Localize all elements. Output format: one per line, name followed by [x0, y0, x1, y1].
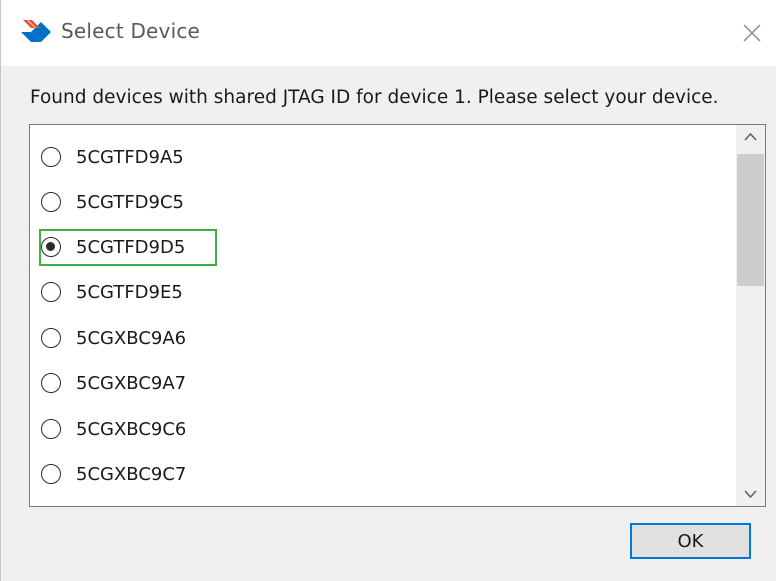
device-list[interactable]: 5CGTFD9A5 5CGTFD9C5 5CGTFD9D5 5CGTFD9E5 … — [29, 124, 766, 507]
device-option[interactable]: 5CGXBC9C6 — [41, 411, 221, 447]
chevron-up-icon[interactable] — [736, 125, 765, 149]
close-icon[interactable] — [737, 18, 767, 48]
device-label: 5CGTFD9E5 — [76, 281, 183, 303]
device-option[interactable]: 5CGTFD9E5 — [41, 274, 221, 310]
device-label: 5CGXBC9A6 — [76, 327, 187, 349]
device-label: 5CGTFD9D5 — [76, 236, 186, 258]
title-bar: Select Device — [1, 0, 776, 66]
instruction-text: Found devices with shared JTAG ID for de… — [30, 87, 719, 108]
device-option[interactable]: 5CGXBC9C7 — [41, 456, 221, 492]
device-label: 5CGXBC9C6 — [76, 418, 187, 440]
device-label: 5CGXBC9A7 — [76, 372, 187, 394]
device-option[interactable]: 5CGXBC9A7 — [41, 365, 221, 401]
radio-button[interactable] — [41, 282, 61, 302]
device-option[interactable]: 5CGXBC9A6 — [41, 320, 221, 356]
radio-button[interactable] — [41, 464, 61, 484]
radio-button[interactable] — [41, 192, 61, 212]
scrollbar-thumb[interactable] — [737, 154, 764, 286]
ok-button[interactable]: OK — [630, 523, 751, 559]
device-label: 5CGTFD9C5 — [76, 191, 185, 213]
device-option-selected[interactable]: 5CGTFD9D5 — [41, 229, 221, 265]
radio-button[interactable] — [41, 147, 61, 167]
intel-logo-icon — [19, 18, 53, 48]
device-option[interactable]: 5CGTFD9A5 — [41, 139, 221, 175]
radio-button[interactable] — [41, 328, 61, 348]
radio-button-checked[interactable] — [41, 237, 61, 257]
vertical-scrollbar[interactable] — [736, 125, 765, 506]
device-label: 5CGTFD9A5 — [76, 146, 184, 168]
device-option[interactable]: 5CGTFD9C5 — [41, 184, 221, 220]
window-title: Select Device — [61, 19, 201, 43]
select-device-dialog: Select Device Found devices with shared … — [0, 0, 776, 581]
chevron-down-icon[interactable] — [736, 482, 765, 506]
device-label: 5CGXBC9C7 — [76, 463, 187, 485]
radio-button[interactable] — [41, 373, 61, 393]
radio-button[interactable] — [41, 419, 61, 439]
